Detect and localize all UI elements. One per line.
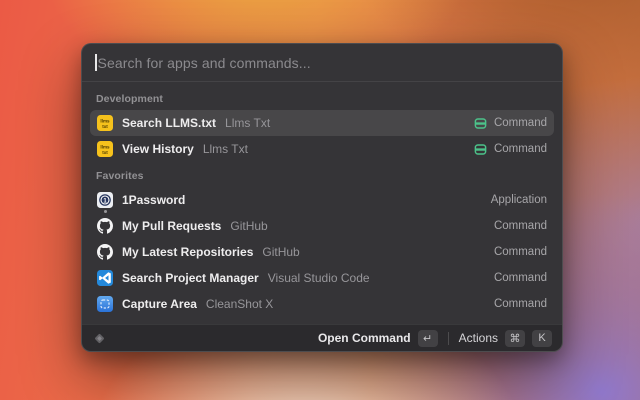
item-title: My Latest Repositories xyxy=(122,245,253,259)
list-item-my-latest-repositories[interactable]: My Latest Repositories GitHub Command xyxy=(90,239,554,265)
item-title: My Pull Requests xyxy=(122,219,221,233)
list-item-search-project-manager[interactable]: Search Project Manager Visual Studio Cod… xyxy=(90,265,554,291)
launcher-window: Search for apps and commands... Developm… xyxy=(81,43,563,352)
k-key-badge[interactable]: K xyxy=(532,330,552,347)
item-title: Search Project Manager xyxy=(122,271,259,285)
llms-txt-icon: llmstxt xyxy=(97,115,113,131)
list-item-1password[interactable]: 1 1Password Application xyxy=(90,187,554,213)
vscode-icon xyxy=(97,270,113,286)
item-subtitle: Llms Txt xyxy=(225,116,270,130)
text-caret xyxy=(95,54,97,71)
item-type-label: Command xyxy=(494,246,547,258)
github-icon xyxy=(97,218,113,234)
running-indicator-dot xyxy=(104,210,107,213)
command-icon xyxy=(474,117,487,130)
item-type-label: Application xyxy=(491,194,547,206)
item-subtitle: GitHub xyxy=(262,245,299,259)
cleanshot-icon xyxy=(97,296,113,312)
item-type-label: Command xyxy=(494,220,547,232)
item-type-label: Command xyxy=(494,298,547,310)
svg-text:txt: txt xyxy=(102,124,108,129)
list-item-my-pull-requests[interactable]: My Pull Requests GitHub Command xyxy=(90,213,554,239)
svg-text:txt: txt xyxy=(102,150,108,155)
results-list: Development llmstxt Search LLMS.txt Llms… xyxy=(82,82,562,324)
item-title: Capture Area xyxy=(122,297,197,311)
item-subtitle: Llms Txt xyxy=(203,142,248,156)
llms-txt-icon: llmstxt xyxy=(97,141,113,157)
search-bar[interactable]: Search for apps and commands... xyxy=(82,44,562,82)
raycast-logo-icon xyxy=(92,331,107,346)
item-type-label: Command xyxy=(494,272,547,284)
footer-bar: Open Command ↵ Actions ⌘ K xyxy=(82,324,562,351)
section-header-favorites: Favorites xyxy=(96,170,548,182)
list-item-capture-area[interactable]: Capture Area CleanShot X Command xyxy=(90,291,554,317)
section-header-development: Development xyxy=(96,93,548,105)
item-subtitle: Visual Studio Code xyxy=(268,271,370,285)
item-type-label: Command xyxy=(494,143,547,155)
1password-icon: 1 xyxy=(97,192,113,208)
actions-button[interactable]: Actions xyxy=(459,331,498,345)
list-item-search-llms[interactable]: llmstxt Search LLMS.txt Llms Txt Command xyxy=(90,110,554,136)
search-input[interactable]: Search for apps and commands... xyxy=(98,55,311,71)
item-title: Search LLMS.txt xyxy=(122,116,216,130)
item-title: 1Password xyxy=(122,193,185,207)
github-icon xyxy=(97,244,113,260)
open-command-button[interactable]: Open Command xyxy=(318,331,411,345)
list-item-view-history[interactable]: llmstxt View History Llms Txt Command xyxy=(90,136,554,162)
command-icon xyxy=(474,143,487,156)
item-subtitle: CleanShot X xyxy=(206,297,273,311)
item-subtitle: GitHub xyxy=(230,219,267,233)
footer-separator xyxy=(448,332,449,345)
item-type-label: Command xyxy=(494,117,547,129)
item-title: View History xyxy=(122,142,194,156)
return-key-badge[interactable]: ↵ xyxy=(418,330,438,347)
cmd-key-badge[interactable]: ⌘ xyxy=(505,330,525,347)
